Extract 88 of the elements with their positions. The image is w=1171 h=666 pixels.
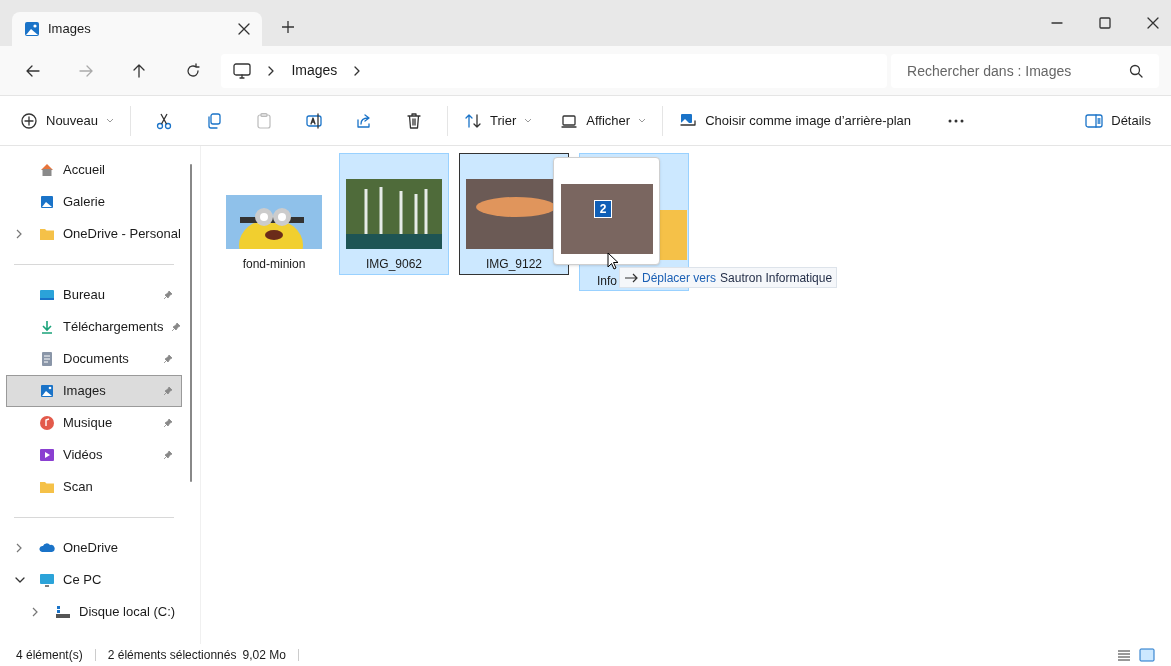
sidebar-label: Disque local (C:)	[79, 603, 176, 622]
arrow-icon	[184, 62, 201, 79]
download-icon	[39, 319, 55, 335]
sidebar-label: Vidéos	[63, 446, 104, 465]
sidebar-item[interactable]: Disque local (C:)	[6, 596, 182, 628]
pictures-icon	[39, 383, 55, 399]
file-item[interactable]: fond-minion	[219, 153, 329, 275]
arrow-right-icon	[624, 272, 638, 283]
sidebar-item[interactable]: Accueil	[6, 154, 182, 186]
plus-icon[interactable]	[282, 21, 294, 33]
chevron-right-icon	[267, 65, 276, 76]
sidebar-label: Bureau	[63, 286, 106, 305]
sidebar-item[interactable]: Musique	[6, 407, 182, 439]
file-name: fond-minion	[242, 256, 306, 271]
sidebar-label: Ce PC	[63, 571, 103, 590]
sidebar-item[interactable]: Images	[6, 375, 182, 407]
sidebar-item[interactable]: Ce PC	[6, 564, 182, 596]
toolbar-icon	[20, 111, 38, 130]
chevron-right-icon[interactable]	[31, 607, 39, 617]
caret-icon	[638, 118, 647, 123]
caret-icon	[106, 118, 115, 123]
selection-size: 9,02 Mo	[242, 647, 286, 664]
folder-icon	[39, 479, 55, 495]
search-icon	[1129, 63, 1144, 78]
pictures-icon	[24, 21, 40, 37]
selection-count: 2 éléments sélectionnés	[107, 647, 237, 664]
sidebar-label: Scan	[63, 478, 94, 497]
sidebar-label: Documents	[63, 350, 130, 369]
file-name: IMG_9062	[365, 256, 422, 271]
sidebar-item[interactable]: OneDrive	[6, 532, 182, 564]
tooltip-action: Déplacer vers	[642, 269, 717, 287]
monitor-icon	[233, 62, 252, 79]
list-view-icon[interactable]	[1117, 649, 1131, 661]
folder-icon	[39, 226, 55, 242]
count-badge: 2	[594, 200, 612, 218]
video-icon	[39, 447, 55, 463]
tooltip-target: Sautron Informatique	[720, 269, 833, 287]
view-button[interactable]: Afficher	[552, 103, 655, 138]
item-count: 4 élément(s)	[16, 647, 83, 664]
chevron-right-icon[interactable]	[15, 543, 23, 553]
toolbar-icon	[305, 111, 324, 130]
music-note-icon	[39, 415, 55, 431]
sidebar-label: OneDrive - Personal	[63, 225, 181, 244]
file-name: Info	[597, 273, 617, 288]
tab[interactable]: Images	[12, 12, 262, 46]
sidebar-label: Téléchargements	[63, 318, 164, 337]
chevron-right-icon	[353, 65, 362, 76]
sidebar-label: Galerie	[63, 193, 106, 212]
house-icon	[39, 162, 55, 178]
toolbar-icon	[255, 111, 274, 130]
desktop-icon	[39, 287, 55, 303]
sidebar-label: Musique	[63, 414, 114, 433]
close-icon[interactable]	[238, 23, 250, 35]
sidebar-item[interactable]: Vidéos	[6, 439, 182, 471]
tiles-view-icon[interactable]	[1139, 648, 1155, 662]
sidebar-item[interactable]: Téléchargements	[6, 311, 182, 343]
sidebar-label: Accueil	[63, 161, 106, 180]
close-icon[interactable]	[1147, 17, 1159, 29]
sidebar-item[interactable]: OneDrive - Personal	[6, 218, 182, 250]
sort-button[interactable]: Trier	[456, 103, 541, 138]
set-background-button[interactable]: Choisir comme image d’arrière-plan	[671, 103, 920, 138]
chevron-down-icon[interactable]	[15, 576, 25, 584]
sidebar-item[interactable]: Bureau	[6, 279, 182, 311]
caret-icon	[524, 118, 533, 123]
sidebar-label: OneDrive	[63, 539, 119, 558]
toolbar-icon	[205, 111, 224, 130]
breadcrumb[interactable]: Images	[291, 60, 338, 81]
gallery-icon	[39, 194, 55, 210]
sidebar-item[interactable]: Documents	[6, 343, 182, 375]
more-icon	[948, 118, 965, 123]
toolbar-icon	[155, 111, 174, 130]
search-field[interactable]: Rechercher dans : Images	[891, 53, 1160, 88]
scrollbar[interactable]	[190, 164, 192, 482]
document-icon	[39, 351, 55, 367]
sidebar-item[interactable]: Scan	[6, 471, 182, 503]
new-button[interactable]: Nouveau	[12, 103, 123, 138]
address-bar[interactable]: Images	[221, 53, 888, 88]
drive-icon	[55, 604, 71, 620]
chevron-right-icon[interactable]	[15, 229, 23, 239]
sidebar-item[interactable]: Galerie	[6, 186, 182, 218]
sidebar-label: Images	[63, 382, 107, 401]
toolbar-icon	[1085, 111, 1104, 130]
monitor-icon	[39, 572, 55, 588]
maximize-icon[interactable]	[1099, 17, 1111, 29]
tab-label: Images	[48, 20, 92, 39]
file-name: IMG_9122	[485, 256, 542, 271]
details-button[interactable]: Détails	[1077, 103, 1159, 138]
file-item[interactable]: IMG_9062	[339, 153, 449, 275]
